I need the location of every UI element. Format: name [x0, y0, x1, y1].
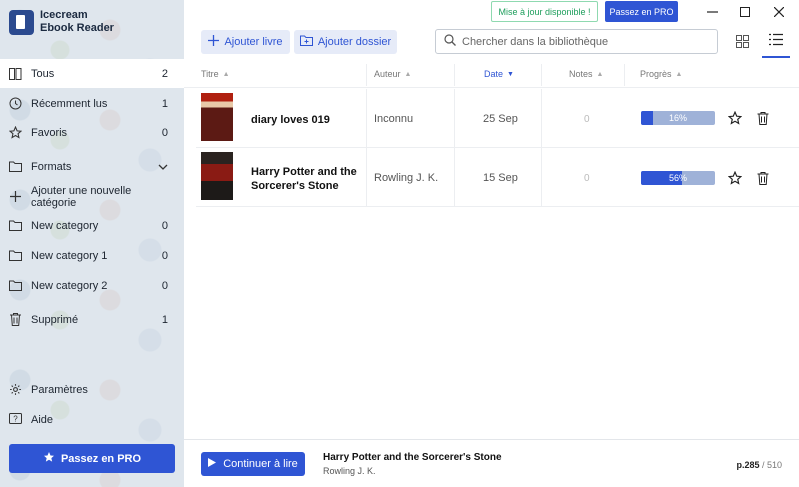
sort-icon: ▲: [675, 70, 683, 78]
star-icon: [9, 126, 22, 139]
favorite-star-icon[interactable]: [727, 170, 743, 186]
folder-icon: [9, 219, 22, 232]
search-box[interactable]: [435, 29, 718, 54]
crown-star-icon: [43, 451, 55, 466]
book-cover[interactable]: [201, 93, 233, 141]
folder-icon: [9, 160, 22, 173]
sidebar-item-add-category[interactable]: Ajouter une nouvelle catégorie: [0, 182, 184, 211]
book-notes: 0: [584, 173, 590, 184]
column-progress[interactable]: Progrès ▲: [640, 69, 682, 79]
book-notes: 0: [584, 114, 590, 125]
book-author: Rowling J. K.: [374, 172, 439, 184]
progress-label: 16%: [668, 113, 687, 123]
table-header: Titre ▲ Auteur ▲ Date ▼ Notes ▲ Progrès ▲: [184, 62, 799, 88]
sidebar-item-help[interactable]: ? Aide: [0, 405, 184, 434]
update-available-button[interactable]: Mise à jour disponible !: [491, 1, 598, 22]
cell-divider: [366, 148, 367, 207]
minimize-icon[interactable]: [702, 2, 722, 22]
top-pro-button[interactable]: Passez en PRO: [605, 1, 678, 22]
sort-desc-icon: ▼: [507, 70, 514, 78]
library-icon: [9, 67, 22, 80]
sidebar-item-formats[interactable]: Formats: [0, 152, 184, 181]
app-logo: Icecream Ebook Reader: [9, 9, 114, 35]
book-date: 15 Sep: [483, 172, 518, 184]
book-date: 25 Sep: [483, 113, 518, 125]
sidebar-item-recent[interactable]: Récemment lus 1: [0, 89, 184, 118]
column-divider[interactable]: [624, 64, 625, 86]
column-divider[interactable]: [454, 64, 455, 86]
book-title: Harry Potter and the Sorcerer's Stone: [251, 166, 357, 192]
app-logo-icon: [9, 9, 34, 35]
progress-bar: 16%: [641, 111, 715, 125]
favorite-star-icon[interactable]: [727, 110, 743, 126]
help-icon: ?: [9, 413, 22, 426]
sort-icon: ▲: [596, 70, 604, 78]
cell-divider: [454, 89, 455, 148]
search-icon: [444, 34, 456, 49]
folder-icon: [9, 249, 22, 262]
plus-icon: [9, 190, 22, 203]
column-divider[interactable]: [541, 64, 542, 86]
table-row[interactable]: Harry Potter and the Sorcerer's Stone Ro…: [196, 148, 799, 207]
plus-icon: [208, 35, 220, 49]
column-title[interactable]: Titre ▲: [201, 69, 230, 79]
column-author[interactable]: Auteur ▲: [374, 69, 411, 79]
cell-divider: [454, 148, 455, 207]
current-book-title: Harry Potter and the Sorcerer's Stone: [323, 452, 502, 463]
sidebar-item-new-category[interactable]: New category 0: [0, 211, 184, 240]
svg-text:?: ?: [13, 415, 18, 424]
add-folder-button[interactable]: Ajouter dossier: [294, 30, 397, 54]
sidebar-pro-button[interactable]: Passez en PRO: [9, 444, 175, 473]
book-title: diary loves 019: [251, 114, 330, 126]
table-row[interactable]: diary loves 019 Inconnu 25 Sep 0 16%: [196, 89, 799, 148]
delete-trash-icon[interactable]: [755, 110, 771, 126]
sidebar: Icecream Ebook Reader Tous 2 Récemment l…: [0, 0, 184, 487]
cell-divider: [541, 148, 542, 207]
search-input[interactable]: [462, 35, 702, 48]
column-date[interactable]: Date ▼: [484, 69, 514, 79]
history-icon: [9, 97, 22, 110]
close-icon[interactable]: [769, 2, 789, 22]
book-cover[interactable]: [201, 152, 233, 200]
sort-icon: ▲: [222, 70, 230, 78]
grid-view-icon[interactable]: [731, 30, 753, 52]
now-reading-bar: Continuer à lire Harry Potter and the So…: [184, 439, 799, 487]
folder-icon: [9, 279, 22, 292]
app-name: Icecream Ebook Reader: [40, 9, 114, 34]
column-notes[interactable]: Notes ▲: [569, 69, 603, 79]
list-view-icon[interactable]: [762, 30, 790, 58]
continue-reading-button[interactable]: Continuer à lire: [201, 452, 305, 476]
title-bar: Mise à jour disponible ! Passez en PRO: [184, 0, 799, 24]
page-indicator: p.285 / 510: [736, 460, 782, 470]
sort-icon: ▲: [404, 70, 412, 78]
column-divider[interactable]: [366, 64, 367, 86]
sidebar-item-deleted[interactable]: Supprimé 1: [0, 305, 184, 334]
maximize-icon[interactable]: [735, 2, 755, 22]
progress-label: 56%: [668, 173, 687, 183]
current-book-author: Rowling J. K.: [323, 466, 376, 476]
chevron-down-icon[interactable]: [158, 161, 168, 173]
sidebar-item-all[interactable]: Tous 2: [0, 59, 184, 88]
cell-divider: [541, 89, 542, 148]
sidebar-item-settings[interactable]: Paramètres: [0, 375, 184, 404]
add-folder-icon: [299, 35, 313, 49]
sidebar-item-favorites[interactable]: Favoris 0: [0, 118, 184, 147]
sidebar-item-new-category-1[interactable]: New category 1 0: [0, 241, 184, 270]
play-icon: [208, 458, 217, 470]
gear-icon: [9, 383, 22, 396]
cell-divider: [366, 89, 367, 148]
progress-bar: 56%: [641, 171, 715, 185]
delete-trash-icon[interactable]: [755, 170, 771, 186]
sidebar-item-new-category-2[interactable]: New category 2 0: [0, 271, 184, 300]
trash-icon: [9, 313, 22, 326]
add-book-button[interactable]: Ajouter livre: [201, 30, 290, 54]
book-author: Inconnu: [374, 113, 414, 125]
